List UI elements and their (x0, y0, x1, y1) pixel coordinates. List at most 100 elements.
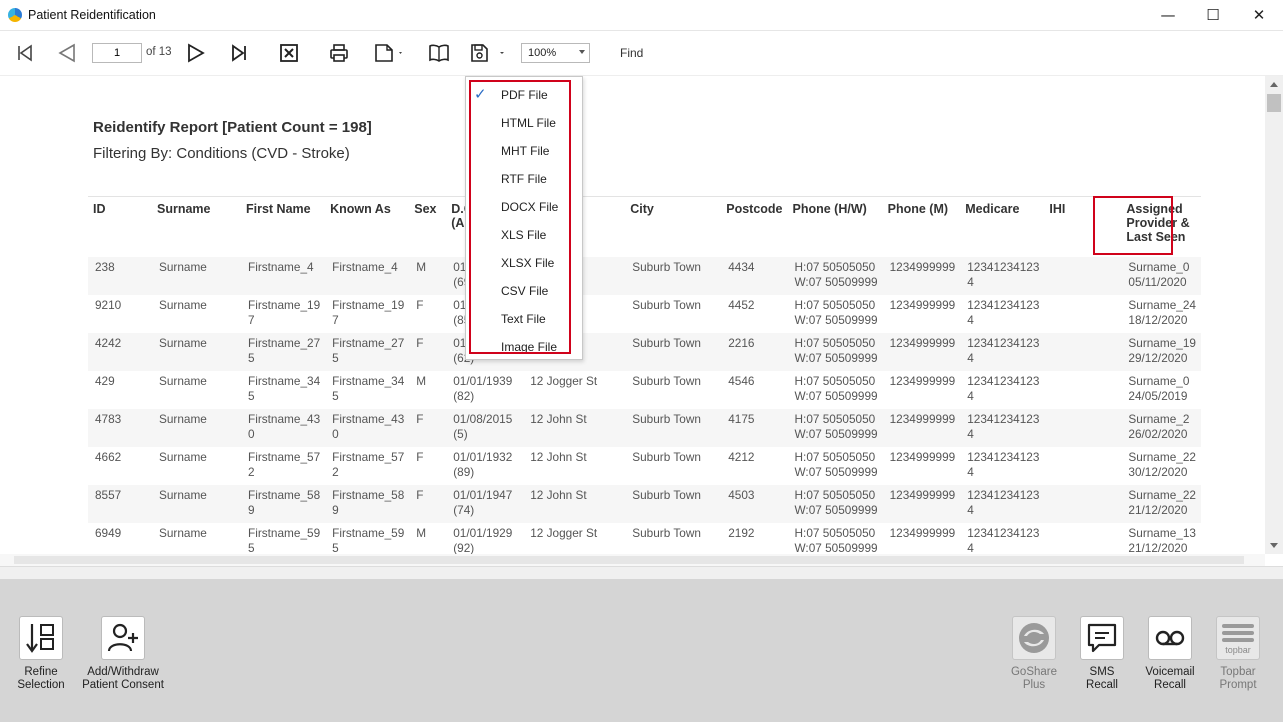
multiple-pages-button[interactable] (425, 39, 453, 67)
page-setup-button[interactable] (370, 39, 408, 67)
cell-line1: Firstname_4 (248, 259, 314, 274)
bottom-action-bar: Refine Selection Add/Withdraw Patient Cons… (0, 566, 1283, 722)
horizontal-scrollbar[interactable] (0, 554, 1265, 566)
zoom-select[interactable]: 100% (521, 43, 590, 63)
cell-line1: H:07 50505050 (794, 411, 876, 426)
print-button[interactable] (326, 39, 352, 67)
close-report-button[interactable] (276, 39, 302, 67)
cell-phone: H:07 50505050 W:07 50509999 (787, 256, 883, 295)
maximize-button[interactable]: ☐ (1195, 4, 1231, 26)
cell-line1: Firstname_58 (332, 487, 405, 502)
goshare-plus-button[interactable] (1012, 616, 1056, 660)
cell-line2: 24/05/2019 (1128, 388, 1188, 403)
close-window-button[interactable]: ✕ (1241, 4, 1277, 26)
cell-line1: 01/01/1939 (453, 373, 513, 388)
cell-line2: 4 (967, 388, 974, 403)
cell-line1: 4434 (728, 259, 755, 274)
next-page-button[interactable] (183, 39, 209, 67)
cell-mobile: 1234999999 (882, 522, 961, 554)
cell-line1: Firstname_34 (332, 373, 405, 388)
cell-line1: Firstname_27 (332, 335, 405, 350)
cell-known: Firstname_34 5 (325, 370, 410, 409)
minimize-button[interactable]: — (1150, 4, 1186, 26)
cell-line1: 9210 (95, 297, 122, 312)
cell-line1: Surname (159, 335, 207, 350)
cell-line2: W:07 50509999 (794, 312, 878, 327)
cell-line1: 12 Jogger St (530, 525, 598, 540)
scroll-up-icon[interactable] (1270, 82, 1278, 87)
cell-postcode: 4452 (721, 294, 788, 333)
cell-city: Suburb Town (625, 294, 722, 333)
cell-city: Suburb Town (625, 484, 722, 523)
cell-postcode: 4212 (721, 446, 788, 485)
cell-line1: 429 (95, 373, 115, 388)
sms-recall-button[interactable] (1080, 616, 1124, 660)
last-page-button[interactable] (226, 39, 252, 67)
voicemail-recall-button[interactable] (1148, 616, 1192, 660)
menu-highlight-box (469, 80, 571, 354)
cell-known: Firstname_59 5 (325, 522, 410, 554)
find-button[interactable]: Find (620, 46, 643, 60)
cell-prov: Surname_19 29/12/2020 (1121, 332, 1201, 371)
save-export-button[interactable] (468, 39, 510, 67)
cell-line1: Surname_24 (1128, 297, 1196, 312)
cell-line1: 1234999999 (889, 449, 956, 464)
cell-line2: W:07 50509999 (794, 464, 878, 479)
cell-line2: W:07 50509999 (794, 540, 878, 555)
cell-line1: 12 John St (530, 449, 587, 464)
cell-ihi (1044, 370, 1122, 409)
window-title: Patient Reidentification (28, 8, 156, 22)
refine-selection-button[interactable] (19, 616, 63, 660)
cell-medicare: 12341234123 4 (960, 332, 1045, 371)
cell-line2: 30/12/2020 (1128, 464, 1188, 479)
cell-surname: Surname (152, 522, 241, 554)
cell-phone: H:07 50505050 W:07 50509999 (787, 522, 883, 555)
cell-prov: Surname_22 30/12/2020 (1121, 446, 1201, 485)
cell-first: Firstname_4 (241, 256, 326, 295)
cell-surname: Surname (152, 446, 241, 485)
cell-line2: 21/12/2020 (1128, 540, 1188, 555)
cell-line1: Suburb Town (632, 335, 701, 350)
voicemail-label-line2: Recall (1154, 679, 1186, 691)
cell-line1: 01/08/2015 (453, 411, 513, 426)
cell-addr: 12 Jogger St (523, 370, 626, 409)
cell-line1: Surname_2 (1128, 411, 1190, 426)
scroll-thumb[interactable] (1267, 94, 1281, 112)
cell-line1: Surname_22 (1128, 487, 1196, 502)
chevron-down-icon (579, 50, 585, 54)
page-number-input[interactable] (92, 43, 142, 63)
table-row: 4662 Surname Firstname_57 2 Firstname_57 2 F 01… (88, 446, 1201, 485)
horizontal-scroll-thumb[interactable] (14, 556, 1244, 564)
goshare-logo-icon (1019, 623, 1049, 653)
patient-consent-button[interactable] (101, 616, 145, 660)
open-book-icon (429, 44, 449, 62)
cell-id: 6949 (88, 522, 152, 554)
cell-medicare: 12341234123 4 (960, 256, 1045, 295)
cell-known: Firstname_43 0 (325, 408, 410, 447)
topbar-label-line1: Topbar (1220, 666, 1256, 678)
previous-page-button[interactable] (54, 39, 80, 67)
cell-sex: F (409, 446, 447, 485)
cell-id: 4662 (88, 446, 152, 485)
topbar-prompt-button[interactable]: topbar (1216, 616, 1260, 660)
scroll-down-icon[interactable] (1270, 543, 1278, 548)
cell-dob: 01/08/2015 (5) (446, 408, 524, 447)
cell-addr: 12 John St (523, 484, 626, 523)
table-row: 8557 Surname Firstname_58 9 Firstname_58 9 F 01… (88, 484, 1201, 523)
table-header-row: ID Surname First Name Known As Sex D.O.(… (88, 196, 1201, 257)
cell-line2: 5 (248, 350, 255, 365)
cell-line1: 4503 (728, 487, 755, 502)
cell-line1: Surname (159, 297, 207, 312)
app-logo-icon (8, 8, 22, 22)
cell-mobile: 1234999999 (882, 370, 961, 409)
vertical-scrollbar[interactable] (1265, 76, 1283, 554)
first-page-button[interactable] (12, 39, 38, 67)
last-page-icon (232, 44, 246, 62)
cell-line1: H:07 50505050 (794, 449, 876, 464)
cell-line1: 12341234123 (967, 449, 1040, 464)
col-postcode: Postcode (721, 196, 788, 257)
previous-page-icon (58, 43, 75, 63)
cell-line1: 1234999999 (889, 297, 956, 312)
patient-consent-label: Add/Withdraw Patient Consent (78, 666, 168, 692)
cell-first: Firstname_19 7 (241, 294, 326, 333)
